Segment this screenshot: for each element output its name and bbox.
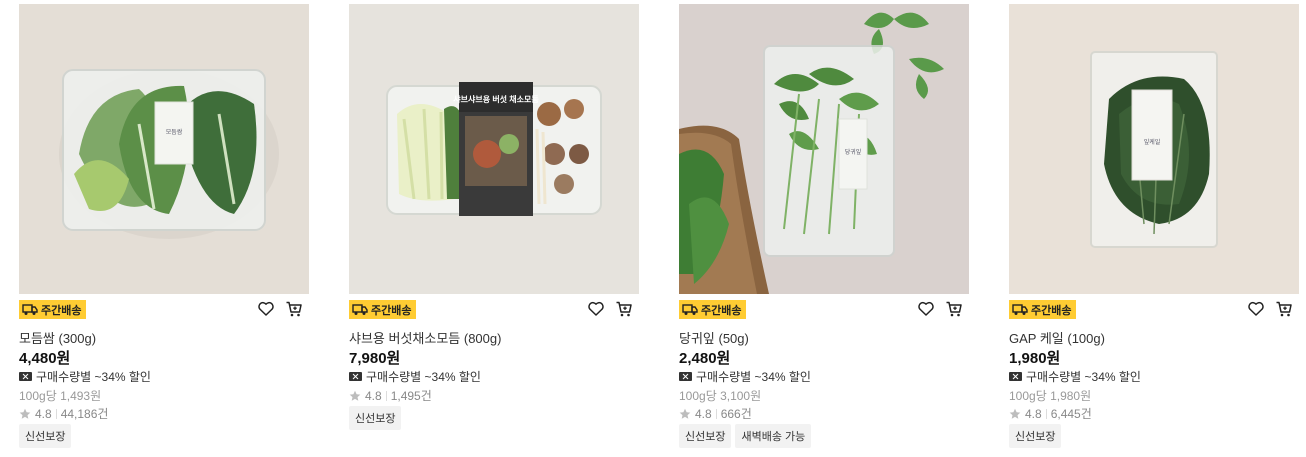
truck-icon (682, 304, 698, 315)
discount-info: 구매수량별 ~34% 할인 (19, 368, 151, 385)
truck-icon (22, 304, 38, 315)
review-count: 666건 (720, 407, 752, 421)
product-name[interactable]: 모듬쌈 (300g) (19, 328, 96, 347)
package-label: 당귀잎 (845, 148, 862, 156)
review-count: 1,495건 (390, 389, 432, 403)
divider (1045, 408, 1047, 419)
heart-icon[interactable] (587, 300, 605, 318)
chip-dawn-delivery: 새벽배송 가능 (735, 424, 812, 448)
star-icon (349, 390, 361, 401)
product-card[interactable]: 당귀잎 주간배송 당귀잎 (50g) 2,480원 구매수량별 ~34% 할인 … (679, 4, 969, 454)
heart-icon[interactable] (917, 300, 935, 318)
review-count: 44,186건 (60, 407, 109, 421)
divider (385, 390, 387, 401)
unit-price: 100g당 1,980원 (1009, 389, 1092, 403)
product-name[interactable]: 샤브용 버섯채소모듬 (800g) (349, 328, 501, 347)
divider (715, 408, 717, 419)
product-image[interactable]: 당귀잎 (679, 4, 969, 294)
coupon-icon (349, 372, 362, 381)
cart-icon[interactable] (945, 300, 963, 318)
cart-icon[interactable] (1275, 300, 1293, 318)
unit-price: 100g당 3,100원 (679, 389, 762, 403)
discount-info: 구매수량별 ~34% 할인 (1009, 368, 1141, 385)
truck-icon (352, 304, 368, 315)
badge-label: 주간배송 (701, 304, 742, 317)
discount-info: 구매수량별 ~34% 할인 (349, 368, 481, 385)
product-name[interactable]: GAP 케일 (100g) (1009, 328, 1105, 347)
review-count: 6,445건 (1050, 407, 1092, 421)
chip-fresh-guarantee: 신선보장 (19, 424, 72, 448)
rating-row: 4.8 6,445건 (1009, 405, 1092, 422)
product-price: 1,980원 (1009, 350, 1061, 367)
rating-value: 4.8 (35, 406, 52, 421)
product-image[interactable]: 잎케일 (1009, 4, 1299, 294)
product-image[interactable]: 샤브샤브용 버섯 채소모둠 (349, 4, 639, 294)
discount-text: 구매수량별 ~34% 할인 (696, 370, 811, 384)
chip-fresh-guarantee: 신선보장 (349, 406, 402, 430)
star-icon (679, 408, 691, 419)
coupon-icon (19, 372, 32, 381)
rating-row: 4.8 44,186건 (19, 405, 108, 422)
product-image[interactable]: 모듬쌈 (19, 4, 309, 294)
discount-text: 구매수량별 ~34% 할인 (366, 370, 481, 384)
package-label: 샤브샤브용 버섯 채소모둠 (453, 94, 539, 104)
chip-fresh-guarantee: 신선보장 (679, 424, 732, 448)
star-icon (1009, 408, 1021, 419)
product-price: 7,980원 (349, 350, 401, 367)
rating-row: 4.8 1,495건 (349, 387, 432, 404)
cart-icon[interactable] (615, 300, 633, 318)
badge-label: 주간배송 (371, 304, 412, 317)
discount-info: 구매수량별 ~34% 할인 (679, 368, 811, 385)
rating-value: 4.8 (1025, 406, 1042, 421)
weekly-delivery-badge: 주간배송 (679, 300, 747, 319)
weekly-delivery-badge: 주간배송 (19, 300, 87, 319)
coupon-icon (1009, 372, 1022, 381)
heart-icon[interactable] (1247, 300, 1265, 318)
rating-row: 4.8 666건 (679, 405, 752, 422)
product-card[interactable]: 모듬쌈 주간배송 모듬쌈 (300g) 4,480원 구매수량별 ~34% 할인… (19, 4, 309, 454)
badge-label: 주간배송 (1031, 304, 1072, 317)
product-price: 2,480원 (679, 350, 731, 367)
coupon-icon (679, 372, 692, 381)
weekly-delivery-badge: 주간배송 (1009, 300, 1077, 319)
package-label: 잎케일 (1144, 138, 1161, 146)
discount-text: 구매수량별 ~34% 할인 (36, 370, 151, 384)
product-card[interactable]: 잎케일 주간배송 GAP 케일 (100g) 1,980원 구매수량별 ~34%… (1009, 4, 1299, 454)
discount-text: 구매수량별 ~34% 할인 (1026, 370, 1141, 384)
cart-icon[interactable] (285, 300, 303, 318)
truck-icon (1012, 304, 1028, 315)
chip-fresh-guarantee: 신선보장 (1009, 424, 1062, 448)
product-card[interactable]: 샤브샤브용 버섯 채소모둠 주간배송 샤브용 버섯채소모듬 (800g) 7,9… (349, 4, 639, 454)
rating-value: 4.8 (365, 388, 382, 403)
package-label: 모듬쌈 (166, 128, 183, 136)
rating-value: 4.8 (695, 406, 712, 421)
star-icon (19, 408, 31, 419)
divider (55, 408, 57, 419)
weekly-delivery-badge: 주간배송 (349, 300, 417, 319)
heart-icon[interactable] (257, 300, 275, 318)
unit-price: 100g당 1,493원 (19, 389, 102, 403)
product-price: 4,480원 (19, 350, 71, 367)
badge-label: 주간배송 (41, 304, 82, 317)
product-name[interactable]: 당귀잎 (50g) (679, 328, 749, 347)
product-grid: 모듬쌈 주간배송 모듬쌈 (300g) 4,480원 구매수량별 ~34% 할인… (19, 4, 1299, 454)
